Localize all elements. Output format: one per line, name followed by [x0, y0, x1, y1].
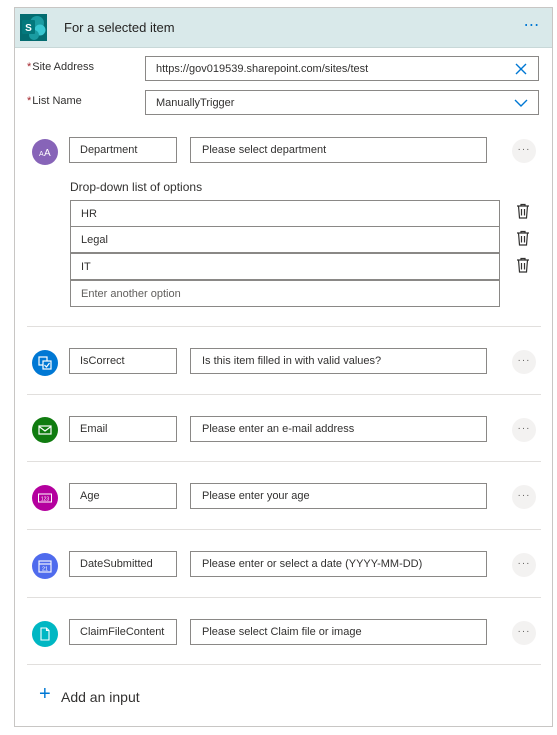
trigger-card: S For a selected item ⋯ *Site Address ht…	[14, 7, 553, 727]
list-name-label: *List Name	[27, 95, 82, 107]
plus-icon: +	[39, 683, 51, 705]
input-placeholder-field[interactable]: Please select Claim file or image	[190, 619, 487, 645]
input-name-field[interactable]: IsCorrect	[69, 348, 177, 374]
svg-text:S: S	[25, 23, 32, 34]
trash-icon[interactable]	[516, 257, 530, 273]
list-name-dropdown[interactable]: ManuallyTrigger	[145, 90, 539, 115]
input-placeholder-field[interactable]: Please enter an e-mail address	[190, 416, 487, 442]
new-option-input[interactable]: Enter another option	[70, 280, 500, 307]
required-marker: *	[27, 95, 32, 107]
divider	[27, 664, 541, 665]
input-name-field[interactable]: ClaimFileContent	[69, 619, 177, 645]
chevron-down-icon[interactable]	[514, 96, 528, 110]
input-name-field[interactable]: Age	[69, 483, 177, 509]
input-placeholder-field[interactable]: Is this item filled in with valid values…	[190, 348, 487, 374]
number-icon: 123	[32, 485, 58, 511]
card-header[interactable]: S For a selected item ⋯	[15, 8, 552, 48]
input-name-field[interactable]: Department	[69, 137, 177, 163]
site-address-label: *Site Address	[27, 61, 95, 73]
dropdown-option[interactable]: IT	[70, 253, 500, 280]
add-input-label: Add an input	[61, 689, 140, 705]
mail-icon	[32, 417, 58, 443]
svg-text:123: 123	[41, 497, 50, 503]
input-placeholder-field[interactable]: Please enter or select a date (YYYY-MM-D…	[190, 551, 487, 577]
file-icon	[32, 621, 58, 647]
divider	[27, 597, 541, 598]
input-more-button[interactable]: ···	[512, 350, 536, 374]
input-more-button[interactable]: ···	[512, 621, 536, 645]
input-placeholder-field[interactable]: Please select department	[190, 137, 487, 163]
required-marker: *	[27, 61, 32, 73]
input-name-field[interactable]: DateSubmitted	[69, 551, 177, 577]
list-name-value: ManuallyTrigger	[156, 97, 235, 109]
text-aa-icon: A A	[32, 139, 58, 165]
site-address-value: https://gov019539.sharepoint.com/sites/t…	[156, 63, 369, 75]
sharepoint-logo-icon: S	[20, 14, 47, 41]
input-more-button[interactable]: ···	[512, 418, 536, 442]
clear-icon[interactable]	[514, 62, 528, 76]
input-name-field[interactable]: Email	[69, 416, 177, 442]
more-options-button[interactable]: ⋯	[520, 15, 544, 39]
dropdown-options-label: Drop-down list of options	[70, 180, 203, 194]
calendar-icon: 21	[32, 553, 58, 579]
svg-text:A: A	[44, 148, 51, 159]
divider	[27, 461, 541, 462]
input-more-button[interactable]: ···	[512, 485, 536, 509]
trash-icon[interactable]	[516, 203, 530, 219]
trash-icon[interactable]	[516, 230, 530, 246]
input-placeholder-field[interactable]: Please enter your age	[190, 483, 487, 509]
dropdown-option[interactable]: HR	[70, 200, 500, 227]
svg-text:21: 21	[42, 567, 48, 573]
card-title: For a selected item	[64, 20, 175, 35]
divider	[27, 529, 541, 530]
input-more-button[interactable]: ···	[512, 139, 536, 163]
site-address-field[interactable]: https://gov019539.sharepoint.com/sites/t…	[145, 56, 539, 81]
checkbox-icon	[32, 350, 58, 376]
divider	[27, 394, 541, 395]
dropdown-option[interactable]: Legal	[70, 226, 500, 253]
divider	[27, 326, 541, 327]
input-more-button[interactable]: ···	[512, 553, 536, 577]
